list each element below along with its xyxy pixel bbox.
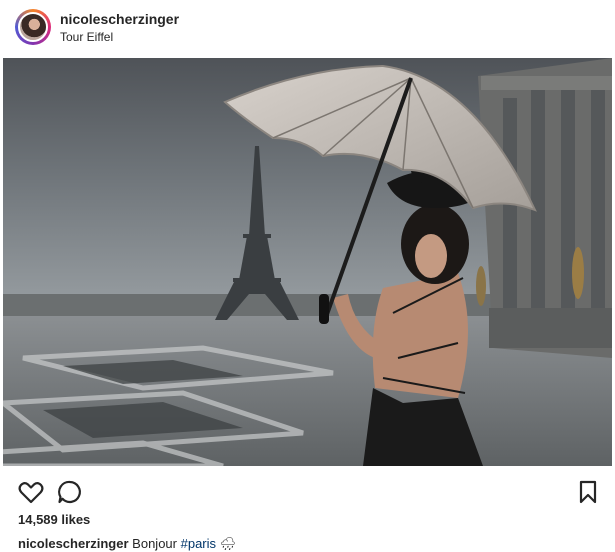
like-button[interactable] (17, 478, 45, 506)
bookmark-icon (579, 480, 597, 504)
rain-emoji: 🌧 (219, 536, 237, 551)
action-bar (0, 468, 615, 512)
like-count[interactable]: 14,589 likes (18, 512, 90, 527)
username-link[interactable]: nicolescherzinger (60, 11, 179, 27)
story-ring[interactable] (15, 9, 51, 45)
location-link[interactable]: Tour Eiffel (60, 30, 113, 44)
heart-icon (18, 482, 44, 504)
post-header: nicolescherzinger Tour Eiffel (0, 0, 615, 56)
post-caption: nicolescherzinger Bonjour #paris 🌧 (18, 536, 236, 552)
comment-button[interactable] (56, 478, 84, 506)
comment-icon (58, 480, 81, 504)
post-image (3, 58, 612, 466)
avatar[interactable] (18, 12, 48, 42)
save-button[interactable] (574, 478, 602, 506)
caption-username[interactable]: nicolescherzinger (18, 536, 129, 551)
caption-text: Bonjour (132, 536, 177, 551)
hashtag-link[interactable]: #paris (181, 536, 216, 551)
post-photo[interactable] (3, 58, 612, 466)
